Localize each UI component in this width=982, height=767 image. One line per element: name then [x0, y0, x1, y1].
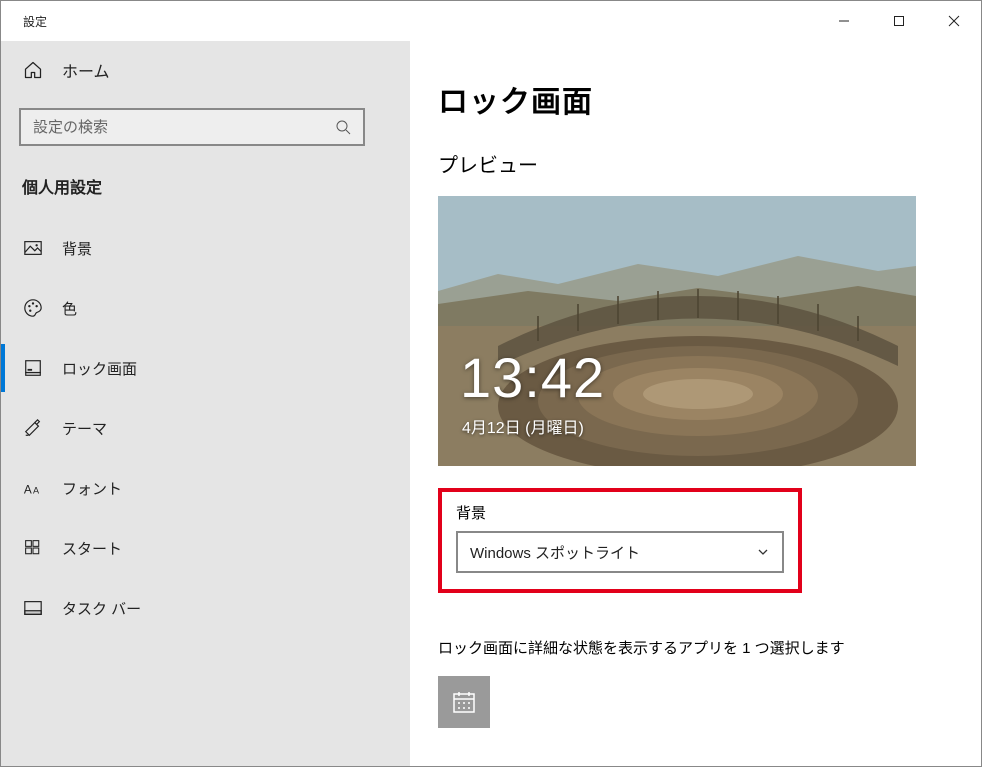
- search-icon: [335, 119, 351, 135]
- minimize-icon: [838, 15, 850, 27]
- window-title: 設定: [1, 13, 47, 30]
- svg-text:A: A: [24, 482, 32, 496]
- status-app-tile[interactable]: [438, 676, 490, 728]
- sidebar-item-themes[interactable]: テーマ: [1, 398, 383, 458]
- lock-screen-preview: 13:42 4月12日 (月曜日): [438, 196, 916, 466]
- home-icon: [22, 59, 44, 81]
- page-title: ロック画面: [438, 77, 951, 121]
- home-label: ホーム: [62, 58, 110, 82]
- maximize-button[interactable]: [871, 1, 926, 41]
- theme-icon: [22, 417, 44, 439]
- chevron-down-icon: [756, 545, 770, 559]
- svg-text:A: A: [33, 485, 40, 495]
- sidebar-item-label: ロック画面: [62, 358, 137, 379]
- home-nav[interactable]: ホーム: [1, 42, 383, 98]
- minimize-button[interactable]: [816, 1, 871, 41]
- font-icon: AA: [22, 477, 44, 499]
- lock-screen-icon: [22, 357, 44, 379]
- background-label: 背景: [456, 502, 784, 523]
- sidebar-item-colors[interactable]: 色: [1, 278, 383, 338]
- picture-icon: [22, 237, 44, 259]
- preview-heading: プレビュー: [438, 149, 951, 178]
- sidebar-item-label: 背景: [62, 238, 92, 259]
- sidebar-item-fonts[interactable]: AA フォント: [1, 458, 383, 518]
- titlebar: 設定: [1, 1, 981, 41]
- search-input[interactable]: [33, 119, 335, 136]
- background-selected-value: Windows スポットライト: [470, 542, 640, 563]
- status-app-instruction: ロック画面に詳細な状態を表示するアプリを 1 つ選択します: [438, 637, 951, 658]
- close-button[interactable]: [926, 1, 981, 41]
- content-area: ロック画面 プレビュー: [410, 41, 981, 766]
- preview-date: 4月12日 (月曜日): [462, 414, 584, 438]
- sidebar-item-lock-screen[interactable]: ロック画面: [1, 338, 383, 398]
- taskbar-icon: [22, 597, 44, 619]
- maximize-icon: [893, 15, 905, 27]
- sidebar-item-start[interactable]: スタート: [1, 518, 383, 578]
- search-box[interactable]: [19, 108, 365, 146]
- preview-time: 13:42: [460, 345, 605, 410]
- background-setting-highlight: 背景 Windows スポットライト: [438, 488, 802, 593]
- start-icon: [22, 537, 44, 559]
- sidebar-item-label: フォント: [62, 478, 122, 499]
- sidebar-section-label: 個人用設定: [1, 146, 383, 210]
- sidebar-item-label: テーマ: [62, 418, 107, 439]
- background-dropdown[interactable]: Windows スポットライト: [456, 531, 784, 573]
- sidebar-item-label: スタート: [62, 538, 122, 559]
- calendar-icon: [451, 689, 477, 715]
- sidebar-item-label: 色: [62, 298, 77, 319]
- sidebar: ホーム 個人用設定 背景: [1, 41, 410, 766]
- close-icon: [948, 15, 960, 27]
- sidebar-item-taskbar[interactable]: タスク バー: [1, 578, 383, 638]
- sidebar-item-label: タスク バー: [62, 598, 141, 619]
- palette-icon: [22, 297, 44, 319]
- settings-window: 設定 ホーム: [0, 0, 982, 767]
- sidebar-item-background[interactable]: 背景: [1, 218, 383, 278]
